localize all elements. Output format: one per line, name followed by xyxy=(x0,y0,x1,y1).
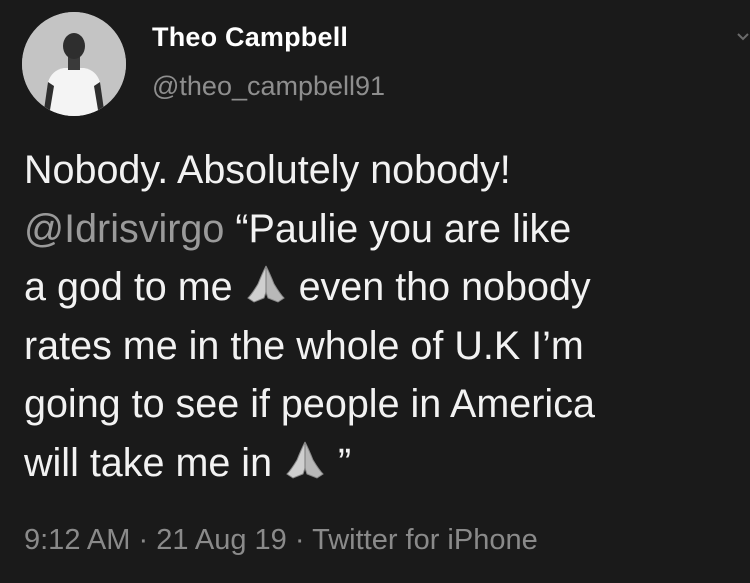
tweet-line: a god to me even tho nobody xyxy=(24,258,734,317)
avatar-photo xyxy=(22,12,126,116)
tweet-time[interactable]: 9:12 AM xyxy=(24,524,130,556)
avatar[interactable] xyxy=(22,12,126,116)
tweet-meta: 9:12 AM · 21 Aug 19 · Twitter for iPhone xyxy=(24,524,538,557)
user-handle[interactable]: @theo_campbell91 xyxy=(152,71,385,102)
display-name[interactable]: Theo Campbell xyxy=(152,22,348,53)
tweet-line: rates me in the whole of U.K I’m xyxy=(24,323,584,368)
tweet-source[interactable]: Twitter for iPhone xyxy=(312,524,538,556)
tweet-line: @Idrisvirgo “Paulie you are like xyxy=(24,200,734,259)
tweet-line: will take me in ” xyxy=(24,434,734,493)
tweet-line: Nobody. Absolutely nobody! xyxy=(24,148,511,192)
chevron-down-icon[interactable] xyxy=(736,30,750,44)
tweet-card: Theo Campbell @theo_campbell91 Nobody. A… xyxy=(0,0,750,583)
meta-separator: · xyxy=(286,524,313,556)
meta-separator: · xyxy=(130,524,157,556)
tweet-line-text: “Paulie you are like xyxy=(224,206,572,251)
folded-hands-icon xyxy=(283,440,327,480)
mention-link[interactable]: @Idrisvirgo xyxy=(24,207,224,251)
tweet-date[interactable]: 21 Aug 19 xyxy=(156,524,287,556)
tweet-line-text: will take me in xyxy=(24,440,284,485)
tweet-line-text: ” xyxy=(327,440,352,485)
folded-hands-icon xyxy=(244,264,288,304)
tweet-text: Nobody. Absolutely nobody! @Idrisvirgo “… xyxy=(24,141,734,492)
tweet-line-text: a god to me xyxy=(24,265,244,309)
tweet-line-text: even tho nobody xyxy=(287,265,591,309)
tweet-line: going to see if people in America xyxy=(24,382,595,426)
